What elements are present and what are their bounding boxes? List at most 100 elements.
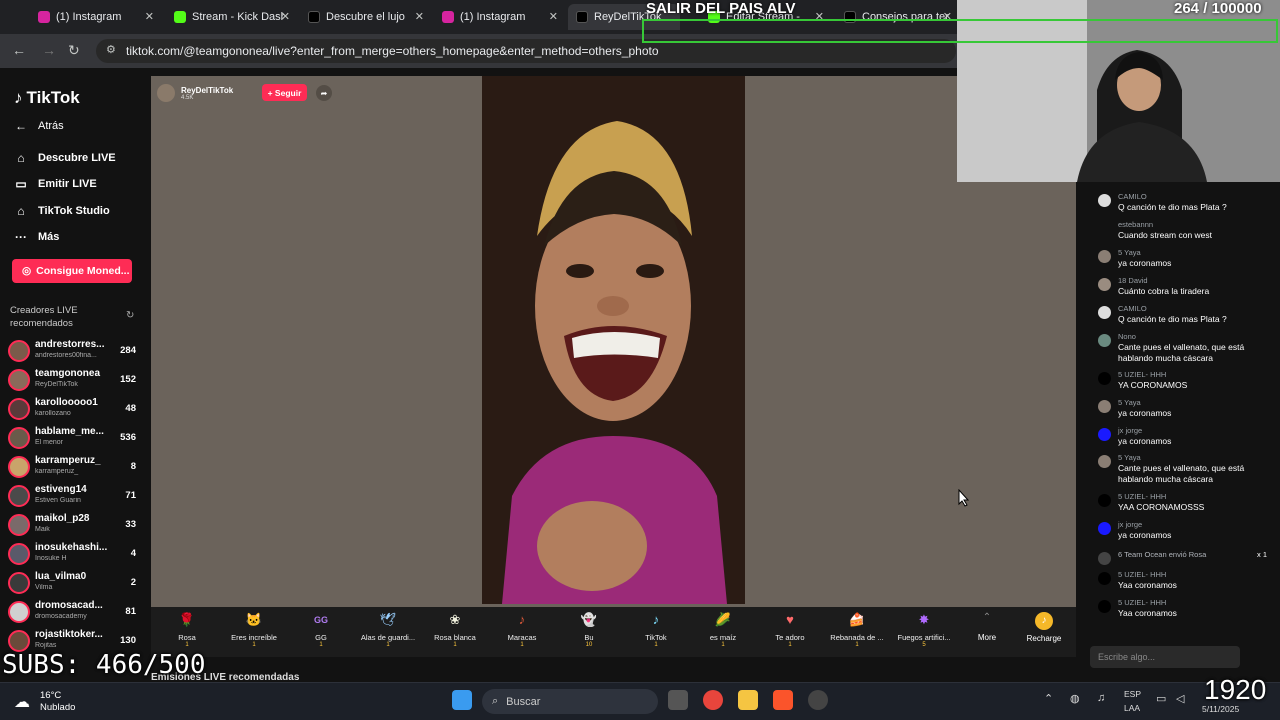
gift-item[interactable]: 🌽 es maíz 1 xyxy=(690,611,756,648)
gift-item[interactable]: ♪ TikTok 1 xyxy=(623,611,689,648)
get-coins-button[interactable]: ◎ Consigue Moned... xyxy=(12,259,132,283)
gift-item[interactable]: 🍰 Rebanada de ... 1 xyxy=(824,611,890,648)
tiktok-icon xyxy=(308,11,320,23)
chat-user[interactable]: 5 Yaya xyxy=(1118,398,1141,407)
overlay-title: SALIR DEL PAIS ALV xyxy=(646,0,796,17)
windows-start-icon[interactable] xyxy=(452,690,472,710)
forward-arrow-icon[interactable]: → xyxy=(42,42,56,58)
chat-input[interactable]: Escribe algo... xyxy=(1090,646,1240,668)
creator-name: karramperuz_ xyxy=(35,455,101,466)
live-video[interactable] xyxy=(482,76,745,604)
browser-tab[interactable]: Stream - Kick Dash ✕ xyxy=(166,4,296,30)
creator-name: hablame_me... xyxy=(35,426,104,437)
chat-user[interactable]: 5 UZIEL- HHH xyxy=(1118,598,1166,607)
gift-item[interactable]: 👻 Bu 10 xyxy=(556,611,622,648)
obs-icon[interactable] xyxy=(808,690,828,710)
chat-user[interactable]: 5 UZIEL- HHH xyxy=(1118,370,1166,379)
gift-price: 1 xyxy=(252,642,256,648)
tiktok-logo[interactable]: ♪ TikTok xyxy=(14,88,80,108)
brave-icon[interactable] xyxy=(773,690,793,710)
creator-item[interactable]: dromosacad... dromosacademy 81 xyxy=(8,598,146,624)
viewer-count: 130 xyxy=(120,635,136,646)
weather-widget[interactable]: ☁ 16°C Nublado xyxy=(14,688,104,716)
task-view-icon[interactable] xyxy=(668,690,688,710)
volume-icon[interactable]: ◁ xyxy=(1176,692,1184,705)
chat-user[interactable]: 5 Yaya xyxy=(1118,453,1141,462)
browser-tab[interactable]: (1) Instagram ✕ xyxy=(30,4,160,30)
back-arrow-icon[interactable]: ← xyxy=(12,42,26,58)
gift-price: 1 xyxy=(788,642,792,648)
file-explorer-icon[interactable] xyxy=(738,690,758,710)
chrome-icon[interactable] xyxy=(703,690,723,710)
creator-item[interactable]: teamgononea ReyDelTikTok 152 xyxy=(8,366,146,392)
browser-tab[interactable]: (1) Instagram ✕ xyxy=(434,4,564,30)
streamer-video-frame xyxy=(482,76,745,604)
more-gifts-button[interactable]: ⌃ More xyxy=(975,612,999,642)
mic-icon[interactable]: ♫ xyxy=(1097,692,1105,704)
chat-user[interactable]: 5 UZIEL- HHH xyxy=(1118,570,1166,579)
taskbar-search[interactable]: ⌕ Buscar xyxy=(482,689,658,714)
sidebar-item-emitir[interactable]: ▭ Emitir LIVE xyxy=(14,177,97,191)
search-icon: ⌕ xyxy=(492,695,499,707)
gift-item[interactable]: 🕊 Alas de guardi... 1 xyxy=(355,611,421,648)
back-link[interactable]: ← Atrás xyxy=(14,119,64,133)
network-icon[interactable]: ◍ xyxy=(1070,692,1080,705)
chat-user[interactable]: CAMILO xyxy=(1118,192,1147,201)
gift-item[interactable]: ♪ Maracas 1 xyxy=(489,611,555,648)
chevron-up-icon[interactable]: ⌃ xyxy=(1044,692,1053,705)
language-indicator[interactable]: ESP xyxy=(1124,689,1141,699)
chat-user[interactable]: jx jorge xyxy=(1118,426,1142,435)
creator-item[interactable]: inosukehashi... Inosuke H 4 xyxy=(8,540,146,566)
close-icon[interactable]: ✕ xyxy=(281,10,290,23)
gift-price: 1 xyxy=(721,642,725,648)
sidebar-item-mas[interactable]: ··· Más xyxy=(14,230,59,244)
chat-text: Yaa coronamos xyxy=(1118,580,1177,590)
refresh-icon[interactable]: ↻ xyxy=(126,310,134,321)
creator-item[interactable]: maikol_p28 Maik 33 xyxy=(8,511,146,537)
browser-tab[interactable]: Descubre el lujo de ✕ xyxy=(300,4,430,30)
creator-item[interactable]: estiveng14 Estiven Guarin 71 xyxy=(8,482,146,508)
chat-user[interactable]: jx jorge xyxy=(1118,520,1142,529)
gift-price: 1 xyxy=(319,642,323,648)
gift-item[interactable]: ♥ Te adoro 1 xyxy=(757,611,823,648)
creator-name: estiveng14 xyxy=(35,484,87,495)
close-icon[interactable]: ✕ xyxy=(145,10,154,23)
close-icon[interactable]: ✕ xyxy=(415,10,424,23)
chat-user[interactable]: CAMILO xyxy=(1118,304,1147,313)
chat-user[interactable]: 18 David xyxy=(1118,276,1148,285)
gift-item[interactable]: 🐱 Eres increíble 1 xyxy=(221,611,287,648)
chat-user[interactable]: 5 Yaya xyxy=(1118,248,1141,257)
logo-text: TikTok xyxy=(26,88,80,107)
reload-icon[interactable]: ↻ xyxy=(68,42,80,59)
gift-item[interactable]: 🌹 Rosa 1 xyxy=(154,611,220,648)
sidebar-item-descubre[interactable]: ⌂ Descubre LIVE xyxy=(14,151,115,165)
creator-sub: dromosacademy xyxy=(35,613,87,620)
creator-item[interactable]: andrestorres... andrestores00fina... 284 xyxy=(8,337,146,363)
wifi-icon[interactable]: ▭ xyxy=(1156,692,1166,705)
gift-item[interactable]: ✸ Fuegos artifici... 5 xyxy=(891,611,957,648)
avatar xyxy=(1098,250,1111,263)
chat-user[interactable]: 6 Team Ocean envió Rosa xyxy=(1118,550,1206,559)
creator-item[interactable]: karramperuz_ karramperuz_ 8 xyxy=(8,453,146,479)
chat-user[interactable]: Nono xyxy=(1118,332,1136,341)
chat-user[interactable]: 5 UZIEL- HHH xyxy=(1118,492,1166,501)
creator-item[interactable]: lua_vilma0 Vilma 2 xyxy=(8,569,146,595)
avatar xyxy=(8,630,30,652)
viewer-count: 81 xyxy=(125,606,136,617)
sidebar-item-studio[interactable]: ⌂ TikTok Studio xyxy=(14,204,109,218)
gift-item[interactable]: GG GG 1 xyxy=(288,611,354,648)
close-icon[interactable]: ✕ xyxy=(549,10,558,23)
sidebar-item-label: Emitir LIVE xyxy=(38,178,97,190)
site-info-icon[interactable]: ⚙ xyxy=(106,43,116,56)
chat-user[interactable]: estebannn xyxy=(1118,220,1153,229)
share-icon[interactable]: ➦ xyxy=(316,85,332,101)
creator-name: maikol_p28 xyxy=(35,513,90,524)
creator-item[interactable]: hablame_me... El menor 536 xyxy=(8,424,146,450)
host-info[interactable]: ReyDelTikTok 4.5K xyxy=(157,83,233,103)
chat-text: Cuando stream con west xyxy=(1118,230,1213,240)
follow-button[interactable]: + Seguir xyxy=(262,84,307,101)
recharge-button[interactable]: ♪ Recharge xyxy=(1024,612,1064,643)
viewer-count: 152 xyxy=(120,374,136,385)
gift-item[interactable]: ❀ Rosa blanca 1 xyxy=(422,611,488,648)
creator-item[interactable]: karollooooo1 karollozano 48 xyxy=(8,395,146,421)
